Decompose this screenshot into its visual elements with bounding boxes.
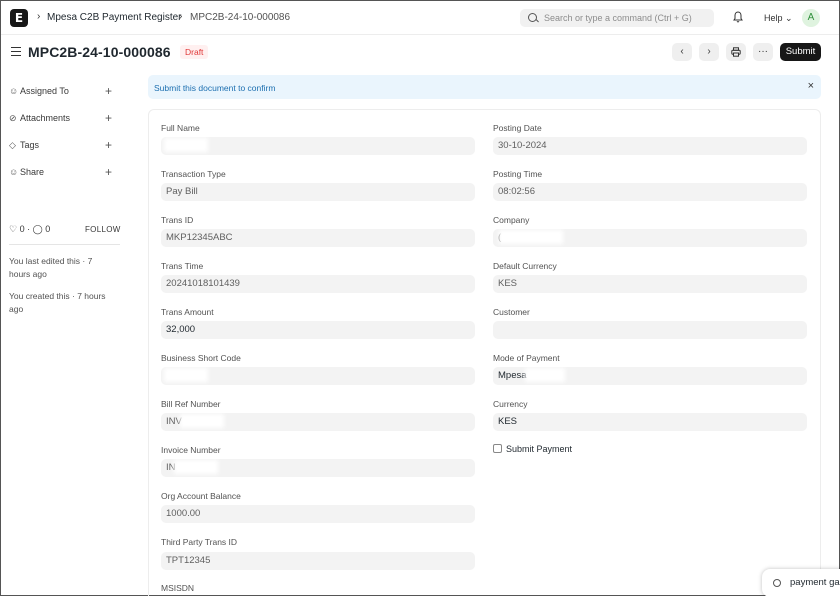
field-label: Customer <box>493 307 530 317</box>
sidebar-item-label: Tags <box>20 140 40 150</box>
last-edited-text: You last edited this · 7 hours ago <box>9 256 93 279</box>
next-doc-button[interactable]: › <box>699 43 719 61</box>
business-short-code-field[interactable] <box>161 367 475 385</box>
sidebar-item-label: Attachments <box>20 113 71 123</box>
chevron-right-icon: › <box>707 46 711 57</box>
checkbox-label: Submit Payment <box>506 444 573 454</box>
field-label: Trans Amount <box>161 307 214 317</box>
bill-ref-number-field[interactable]: INV <box>161 413 475 431</box>
status-badge: Draft <box>180 45 209 59</box>
search-bar[interactable]: Search or type a command (Ctrl + G) <box>520 9 714 27</box>
paperclip-icon: ⊘ <box>9 113 17 123</box>
trans-amount-field[interactable]: 32,000 <box>161 321 475 339</box>
chevron-down-icon: ⌄ <box>785 13 793 23</box>
page-title: MPC2B-24-10-000086 <box>28 44 171 60</box>
checkbox[interactable] <box>493 444 502 453</box>
field-label: Posting Date <box>493 123 542 133</box>
submit-alert: Submit this document to confirm × <box>148 75 821 99</box>
sidebar-item-attachments[interactable]: ⊘ Attachments <box>9 113 70 125</box>
field-label: Third Party Trans ID <box>161 537 238 547</box>
field-label: Currency <box>493 399 528 409</box>
mode-of-payment-field[interactable]: Mpesa <box>493 367 807 385</box>
chevron-left-icon: ‹ <box>680 46 684 57</box>
created-text: You created this · 7 hours ago <box>9 291 106 314</box>
field-label: Transaction Type <box>161 169 226 179</box>
search-popup-text: payment ga <box>790 577 840 588</box>
field-label: Trans ID <box>161 215 194 225</box>
field-label: Mode of Payment <box>493 353 560 363</box>
navbar: E › Mpesa C2B Payment Register › MPC2B-2… <box>1 1 839 35</box>
field-label: Business Short Code <box>161 353 241 363</box>
printer-icon <box>731 47 741 57</box>
submit-payment-checkbox[interactable]: Submit Payment <box>493 444 572 454</box>
breadcrumb-document[interactable]: MPC2B-24-10-000086 <box>190 12 290 23</box>
sidebar-toggle-icon[interactable] <box>11 47 21 56</box>
alert-text: Submit this document to confirm <box>154 83 276 93</box>
divider <box>9 244 120 245</box>
field-label: Default Currency <box>493 261 557 271</box>
sidebar-item-label: Share <box>20 167 45 177</box>
field-label: Invoice Number <box>161 445 221 455</box>
breadcrumb-doctype[interactable]: Mpesa C2B Payment Register <box>47 12 182 23</box>
sidebar-item-share[interactable]: ☺ Share <box>9 167 44 179</box>
follow-button[interactable]: FOLLOW <box>85 225 121 234</box>
org-account-balance-field[interactable]: 1000.00 <box>161 505 475 523</box>
likes-comments: ♡ 0 · ◯ 0 <box>9 224 51 234</box>
search-placeholder: Search or type a command (Ctrl + G) <box>544 13 692 23</box>
field-label: MSISDN <box>161 583 195 593</box>
likes-count: 0 <box>19 224 25 234</box>
trans-time-field[interactable]: 20241018101439 <box>161 275 475 293</box>
posting-time-field[interactable]: 08:02:56 <box>493 183 807 201</box>
posting-date-field[interactable]: 30-10-2024 <box>493 137 807 155</box>
print-button[interactable] <box>726 43 746 61</box>
add-share-icon[interactable]: + <box>105 166 112 178</box>
add-attachment-icon[interactable]: + <box>105 112 112 124</box>
bell-icon[interactable] <box>733 11 743 23</box>
help-dropdown[interactable]: Help ⌄ <box>764 13 793 24</box>
help-label: Help <box>764 13 783 23</box>
field-label: Bill Ref Number <box>161 399 221 409</box>
assign-icon: ☺ <box>9 86 19 96</box>
search-popup[interactable]: payment ga <box>762 569 840 596</box>
search-icon <box>773 579 781 587</box>
heart-icon[interactable]: ♡ <box>9 224 17 234</box>
close-icon[interactable]: × <box>808 80 814 92</box>
share-icon: ☺ <box>9 167 19 177</box>
trans-id-field[interactable]: MKP12345ABC <box>161 229 475 247</box>
app-logo[interactable]: E <box>10 9 28 27</box>
field-label: Trans Time <box>161 261 204 271</box>
comment-icon[interactable]: ◯ <box>33 224 43 234</box>
default-currency-field[interactable]: KES <box>493 275 807 293</box>
full-name-field[interactable] <box>161 137 475 155</box>
sidebar-item-assigned-to[interactable]: ☺ Assigned To <box>9 86 69 98</box>
chevron-right-icon: › <box>179 11 183 22</box>
sidebar-item-label: Assigned To <box>20 86 69 96</box>
user-avatar[interactable]: A <box>802 9 820 27</box>
third-party-trans-id-field[interactable]: TPT12345 <box>161 552 475 570</box>
field-label: Org Account Balance <box>161 491 241 501</box>
more-actions-button[interactable]: ··· <box>753 43 773 61</box>
invoice-number-field[interactable]: IN <box>161 459 475 477</box>
currency-field[interactable]: KES <box>493 413 807 431</box>
add-tag-icon[interactable]: + <box>105 139 112 151</box>
tag-icon: ◇ <box>9 140 16 150</box>
search-icon <box>528 13 537 22</box>
field-label: Posting Time <box>493 169 543 179</box>
transaction-type-field[interactable]: Pay Bill <box>161 183 475 201</box>
add-assignment-icon[interactable]: + <box>105 85 112 97</box>
customer-field[interactable] <box>493 321 807 339</box>
field-label: Full Name <box>161 123 200 133</box>
sidebar-item-tags[interactable]: ◇ Tags <box>9 140 39 152</box>
chevron-right-icon: › <box>37 11 41 22</box>
field-label: Company <box>493 215 530 225</box>
company-field[interactable]: ( <box>493 229 807 247</box>
submit-button[interactable]: Submit <box>780 43 821 61</box>
comments-count: 0 <box>45 224 51 234</box>
previous-doc-button[interactable]: ‹ <box>672 43 692 61</box>
